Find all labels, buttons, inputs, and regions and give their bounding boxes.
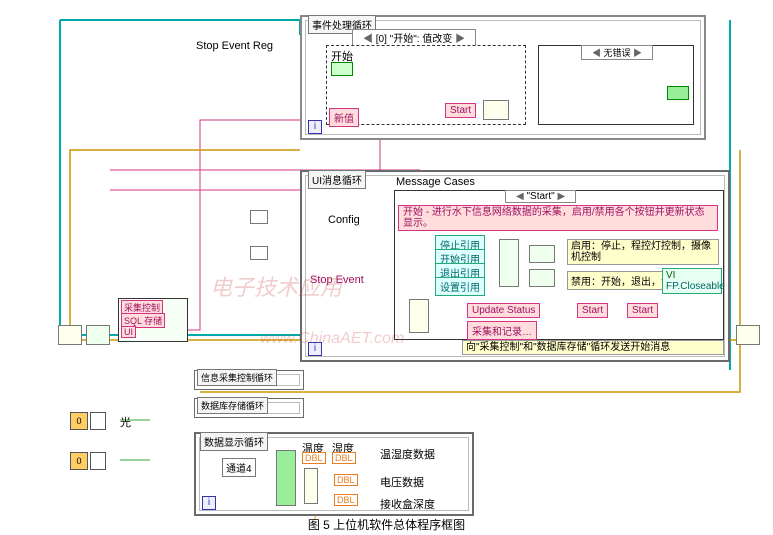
ref-node-2 [250,246,268,260]
start-msg-constant: Start [445,103,476,118]
error-case-selector[interactable]: 无错误 [581,45,653,60]
set-ref-label: 设置引用 [435,277,485,296]
start-boolean-control[interactable] [331,62,353,76]
iteration-terminal-3: i [202,496,216,510]
update-status-msg: Update Status [467,303,540,318]
zero-array-1 [90,412,106,430]
build-array-icon [499,239,519,287]
enable-list-comment: 启用：停止，程控灯控制，摄像机控制 [567,239,719,265]
figure-caption: 图 5 上位机软件总体程序框图 [0,516,773,533]
start-msg-2: Start [577,303,608,318]
info-acq-loop-title: 信息采集控制循环 [197,369,277,386]
error-out-terminal [667,86,689,100]
dbl-3: DBL [334,474,358,486]
event-case-selector[interactable]: [0] "开始": 值改变 [352,29,476,46]
event-case-frame: 开始 新值 Start [326,45,526,125]
config-label: Config [328,214,360,226]
unbundle-icon [409,299,429,333]
start-msg-3: Start [627,303,658,318]
info-acq-loop: 信息采集控制循环 [194,370,304,390]
ui-queue: UI [121,326,136,338]
dbl-4: DBL [334,494,358,506]
temp-humid-indicator: 温湿度数据 [380,446,435,462]
dbl-1: DBL [302,452,326,464]
depth-indicator: 接收盒深度 [380,496,435,512]
message-case-structure: "Start" 开始 - 进行水下信息网络数据的采集，启用/禁用各个按钮并更新状… [394,190,724,340]
channel-selector[interactable]: 通道4 [222,458,256,477]
message-cases-label: Message Cases [396,176,475,188]
stop-event-label: Stop Event [310,274,364,286]
send-msg-comment: 向"采集控制"和"数据库存储"循环发送开始消息 [462,340,724,355]
enqueue-icon [483,100,509,120]
prop-node-1 [529,245,555,263]
db-store-loop: 数据库存储循环 [194,398,304,418]
voltage-indicator: 电压数据 [380,474,424,490]
bundle-icon [304,468,318,504]
init-vi-icon [58,325,82,345]
obtain-queue-icon [86,325,110,345]
zero-array-2 [90,452,106,470]
vi-tag: VI [666,270,675,281]
ui-message-loop: UI消息循环 Config Stop Event Message Cases "… [300,170,730,362]
close-vi-icon [736,325,760,345]
queue-refs-cluster: 采集控制 SQL 存储 UI [118,298,188,342]
data-display-loop: 数据显示循环 通道4 温度 DBL 湿度 DBL DBL DBL 温湿度数据 电… [194,432,474,516]
signal-select-vi [276,450,296,506]
ref-node-1 [250,210,268,224]
new-value-terminal: 新值 [329,108,359,127]
iteration-terminal-2: i [308,342,322,356]
event-handling-loop: 事件处理循环 [0] "开始": 值改变 开始 新值 Start 无错误 i [300,15,706,140]
labview-block-diagram: Stop Event Reg 事件处理循环 [0] "开始": 值改变 开始 新… [0,0,773,535]
ui-msg-loop-title: UI消息循环 [308,170,366,189]
iteration-terminal-1: i [308,120,322,134]
fp-closeable: FP.Closeable [666,281,725,292]
vi-property-node: VI FP.Closeable [662,268,722,294]
collect-record-status: 采集和记录… [467,321,537,340]
dbl-2: DBL [332,452,356,464]
stop-event-reg-label: Stop Event Reg [196,40,273,52]
prop-node-2 [529,269,555,287]
zero-constant-2: 0 [70,452,88,470]
light-label: 光 [120,414,131,430]
disp-loop-title: 数据显示循环 [200,432,268,451]
error-case-frame: 无错误 [538,45,694,125]
zero-constant-1: 0 [70,412,88,430]
case-selector[interactable]: "Start" [505,190,576,203]
db-store-loop-title: 数据库存储循环 [197,397,268,414]
case-description: 开始 - 进行水下信息网络数据的采集，启用/禁用各个按钮并更新状态显示。 [398,205,718,231]
